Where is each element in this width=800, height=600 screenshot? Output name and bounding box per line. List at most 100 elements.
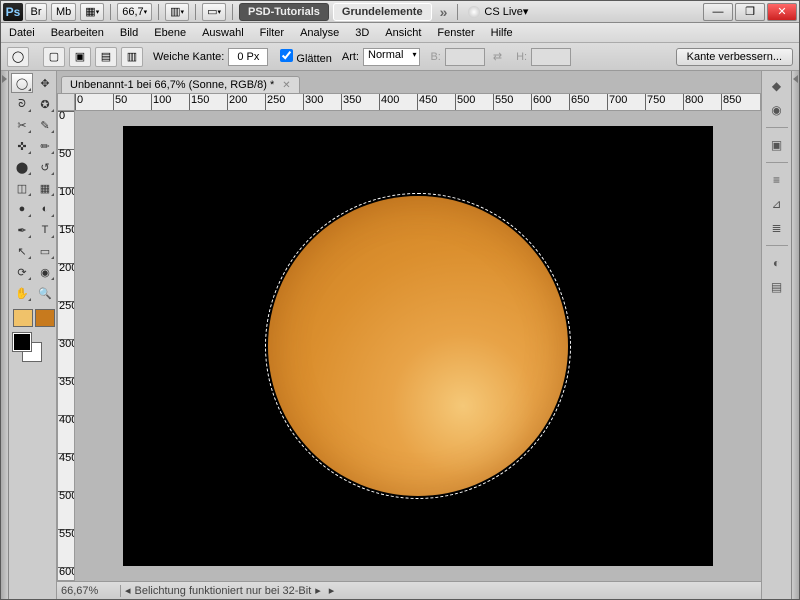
new-selection-icon[interactable]: ▢ — [43, 47, 65, 67]
close-button[interactable]: ✕ — [767, 3, 797, 21]
marquee-tool[interactable]: ◯ — [11, 73, 33, 93]
color-panel-icon[interactable]: ◉ — [765, 99, 789, 121]
ruler-corner[interactable] — [57, 93, 75, 111]
titlebar: Ps Br Mb ▦ 66,7 ▥ ▭ PSD-Tutorials Grunde… — [1, 1, 799, 23]
paths-panel-icon[interactable]: ⊿ — [765, 193, 789, 215]
expand-left-icon[interactable] — [2, 75, 7, 83]
zoom-level-dropdown[interactable]: 66,7 — [117, 3, 152, 21]
healing-tool[interactable]: ✜ — [11, 136, 33, 156]
hand-tool[interactable]: ✋ — [11, 283, 33, 303]
history-brush-tool[interactable]: ↺ — [34, 157, 56, 177]
swatch-2[interactable] — [35, 309, 55, 327]
history-panel-icon[interactable]: ▤ — [765, 276, 789, 298]
marquee-selection — [265, 193, 571, 499]
app-logo[interactable]: Ps — [3, 3, 23, 21]
workspace-tab-grundelemente[interactable]: Grundelemente — [333, 3, 432, 21]
eyedropper-tool[interactable]: ✎ — [34, 115, 56, 135]
move-tool[interactable]: ✥ — [34, 73, 56, 93]
height-label: H: — [516, 51, 527, 63]
workspace-tab-psdtutorials[interactable]: PSD-Tutorials — [239, 3, 329, 21]
feather-label: Weiche Kante: — [153, 51, 224, 63]
navigator-panel-icon[interactable]: ◐ — [765, 252, 789, 274]
minibridge-button[interactable]: Mb — [51, 3, 76, 21]
status-info: Belichtung funktioniert nur bei 32-Bit — [135, 585, 312, 597]
right-panel-dock: ◆ ◉ ▣ ≡ ⊿ ≣ ◐ ▤ — [761, 71, 791, 599]
menubar: Datei Bearbeiten Bild Ebene Auswahl Filt… — [1, 23, 799, 43]
screen-mode-button[interactable]: ▭ — [202, 3, 226, 21]
fg-bg-colors[interactable] — [11, 333, 54, 369]
app-window: { "titlebar": { "logo": "Ps", "br": "Br"… — [0, 0, 800, 600]
actions-panel-icon[interactable]: ≣ — [765, 217, 789, 239]
gradient-tool[interactable]: ▦ — [34, 178, 56, 198]
3d-camera-tool[interactable]: ◉ — [34, 262, 56, 282]
type-tool[interactable]: T — [34, 220, 56, 240]
canvas-viewport[interactable] — [75, 111, 761, 581]
options-bar: ◯ ▢ ▣ ▤ ▥ Weiche Kante: Glätten Art: Nor… — [1, 43, 799, 71]
shape-tool[interactable]: ▭ — [34, 241, 56, 261]
status-prev-icon[interactable]: ◂ — [125, 584, 131, 597]
menu-3d[interactable]: 3D — [355, 27, 369, 39]
workspace-overflow[interactable]: » — [440, 4, 448, 20]
close-tab-icon[interactable]: ✕ — [282, 80, 290, 91]
menu-datei[interactable]: Datei — [9, 27, 35, 39]
path-select-tool[interactable]: ↖ — [11, 241, 33, 261]
stamp-tool[interactable]: ⬤ — [11, 157, 33, 177]
swap-wh-icon: ⇄ — [493, 50, 502, 63]
menu-auswahl[interactable]: Auswahl — [202, 27, 244, 39]
document-tab[interactable]: Unbenannt-1 bei 66,7% (Sonne, RGB/8) *✕ — [61, 76, 300, 93]
lasso-tool[interactable]: ᘐ — [11, 94, 33, 114]
maximize-button[interactable]: ❐ — [735, 3, 765, 21]
menu-bearbeiten[interactable]: Bearbeiten — [51, 27, 104, 39]
menu-ebene[interactable]: Ebene — [154, 27, 186, 39]
style-select[interactable]: Normal — [363, 48, 420, 66]
height-input — [531, 48, 571, 66]
layers-panel-icon[interactable]: ◆ — [765, 75, 789, 97]
menu-filter[interactable]: Filter — [260, 27, 284, 39]
expand-right-icon[interactable] — [793, 75, 798, 83]
quick-select-tool[interactable]: ✪ — [34, 94, 56, 114]
width-label: B: — [430, 51, 440, 63]
3d-tool[interactable]: ⟳ — [11, 262, 33, 282]
zoom-tool[interactable]: 🔍 — [34, 283, 56, 303]
intersect-selection-icon[interactable]: ▥ — [121, 47, 143, 67]
style-label: Art: — [342, 51, 359, 63]
menu-bild[interactable]: Bild — [120, 27, 138, 39]
add-selection-icon[interactable]: ▣ — [69, 47, 91, 67]
cslive-button[interactable]: CS Live ▾ — [468, 5, 528, 18]
refine-edge-button[interactable]: Kante verbessern... — [676, 48, 793, 66]
vertical-ruler[interactable]: 050100150200250300350400450500550600 — [57, 111, 75, 581]
document-area: Unbenannt-1 bei 66,7% (Sonne, RGB/8) *✕ … — [57, 71, 761, 599]
crop-tool[interactable]: ✂ — [11, 115, 33, 135]
view-extras-button[interactable]: ▦ — [80, 3, 104, 21]
status-zoom[interactable]: 66,67% — [61, 585, 121, 597]
arrange-documents-button[interactable]: ▥ — [165, 3, 189, 21]
width-input — [445, 48, 485, 66]
brush-tool[interactable]: ✏ — [34, 136, 56, 156]
menu-ansicht[interactable]: Ansicht — [385, 27, 421, 39]
toolbox: ◯ ✥ ᘐ ✪ ✂ ✎ ✜ ✏ ⬤ ↺ ◫ ▦ ● ◐ ✒ T ↖ ▭ ⟳ ◉ … — [9, 71, 57, 599]
eraser-tool[interactable]: ◫ — [11, 178, 33, 198]
bridge-button[interactable]: Br — [25, 3, 47, 21]
fg-color[interactable] — [13, 333, 31, 351]
adjustments-panel-icon[interactable]: ≡ — [765, 169, 789, 191]
swatch-1[interactable] — [13, 309, 33, 327]
canvas[interactable] — [123, 126, 713, 566]
minimize-button[interactable]: — — [703, 3, 733, 21]
right-gutter — [791, 71, 799, 599]
status-menu-icon[interactable]: ▸ — [329, 584, 335, 597]
horizontal-ruler[interactable]: 0501001502002503003504004505005506006507… — [75, 93, 761, 111]
dodge-tool[interactable]: ◐ — [34, 199, 56, 219]
character-panel-icon[interactable]: ▣ — [765, 134, 789, 156]
left-gutter — [1, 71, 9, 599]
menu-hilfe[interactable]: Hilfe — [491, 27, 513, 39]
status-bar: 66,67% ◂ Belichtung funktioniert nur bei… — [57, 581, 761, 599]
tool-preset-picker[interactable]: ◯ — [7, 47, 29, 67]
blur-tool[interactable]: ● — [11, 199, 33, 219]
antialias-checkbox[interactable]: Glätten — [280, 49, 332, 65]
subtract-selection-icon[interactable]: ▤ — [95, 47, 117, 67]
pen-tool[interactable]: ✒ — [11, 220, 33, 240]
menu-fenster[interactable]: Fenster — [437, 27, 474, 39]
status-next-icon[interactable]: ▸ — [315, 584, 321, 597]
menu-analyse[interactable]: Analyse — [300, 27, 339, 39]
feather-input[interactable] — [228, 48, 268, 66]
